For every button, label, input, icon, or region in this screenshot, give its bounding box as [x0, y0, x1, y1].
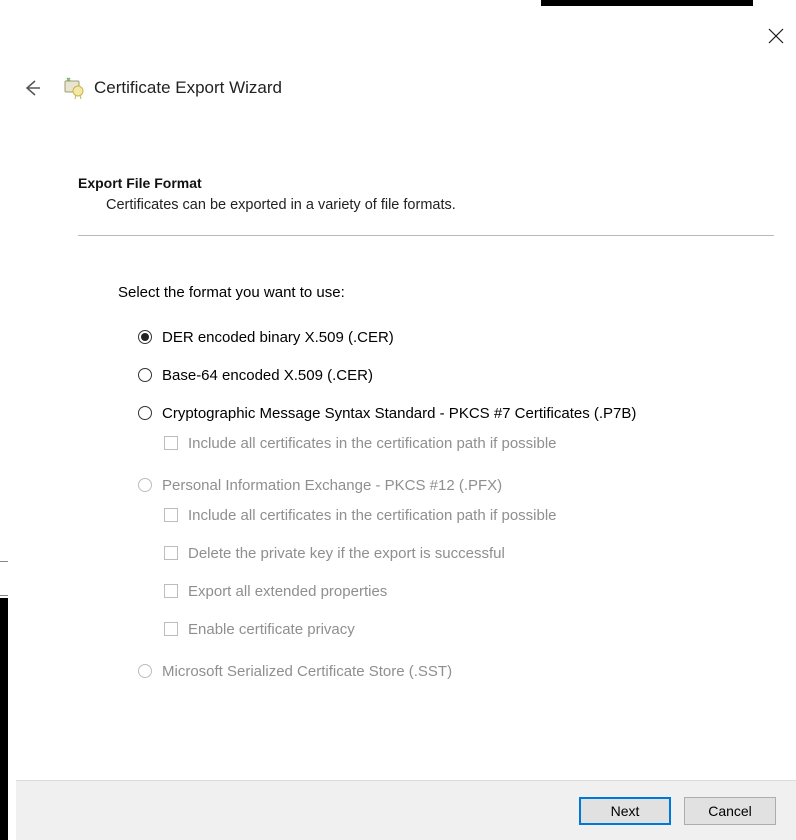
radio-option-base64[interactable]: Base-64 encoded X.509 (.CER) [138, 367, 776, 385]
radio-icon [138, 478, 152, 492]
radio-icon [138, 368, 152, 382]
checkbox-icon [164, 622, 178, 636]
next-button[interactable]: Next [579, 797, 671, 825]
wizard-title: Certificate Export Wizard [94, 78, 282, 98]
decorative-edge [0, 528, 8, 596]
radio-option-pfx: Personal Information Exchange - PKCS #12… [138, 477, 776, 495]
checkbox-label: Include all certificates in the certific… [188, 507, 557, 525]
certificate-wizard-icon [62, 76, 86, 100]
checkbox-label: Enable certificate privacy [188, 621, 355, 639]
decorative-edge-black [0, 598, 8, 840]
checkbox-p7b-include-chain: Include all certificates in the certific… [164, 435, 776, 453]
checkbox-label: Include all certificates in the certific… [188, 435, 557, 453]
radio-label: Cryptographic Message Syntax Standard - … [162, 405, 636, 423]
cancel-button[interactable]: Cancel [684, 797, 776, 825]
close-icon [768, 28, 784, 44]
radio-icon [138, 664, 152, 678]
radio-label: Microsoft Serialized Certificate Store (… [162, 663, 452, 681]
checkbox-pfx-include-chain: Include all certificates in the certific… [164, 507, 776, 525]
back-arrow-icon [22, 78, 42, 98]
checkbox-label: Delete the private key if the export is … [188, 545, 505, 563]
divider [78, 235, 774, 236]
decorative-black-bar [541, 0, 753, 6]
radio-label: DER encoded binary X.509 (.CER) [162, 329, 394, 347]
checkbox-pfx-cert-privacy: Enable certificate privacy [164, 621, 776, 639]
section-title: Export File Format [78, 175, 776, 191]
radio-icon [138, 330, 152, 344]
checkbox-icon [164, 546, 178, 560]
checkbox-label: Export all extended properties [188, 583, 387, 601]
radio-option-p7b[interactable]: Cryptographic Message Syntax Standard - … [138, 405, 776, 423]
radio-option-sst: Microsoft Serialized Certificate Store (… [138, 663, 776, 681]
radio-label: Base-64 encoded X.509 (.CER) [162, 367, 373, 385]
footer-bar: Next Cancel [16, 780, 796, 840]
section-subtitle: Certificates can be exported in a variet… [106, 197, 776, 213]
checkbox-pfx-delete-key: Delete the private key if the export is … [164, 545, 776, 563]
checkbox-pfx-extended-props: Export all extended properties [164, 583, 776, 601]
radio-icon [138, 406, 152, 420]
checkbox-icon [164, 508, 178, 522]
format-prompt: Select the format you want to use: [118, 284, 776, 301]
radio-option-der[interactable]: DER encoded binary X.509 (.CER) [138, 329, 776, 347]
checkbox-icon [164, 584, 178, 598]
radio-label: Personal Information Exchange - PKCS #12… [162, 477, 502, 495]
close-button[interactable] [768, 28, 784, 47]
back-button[interactable] [22, 78, 42, 98]
checkbox-icon [164, 436, 178, 450]
